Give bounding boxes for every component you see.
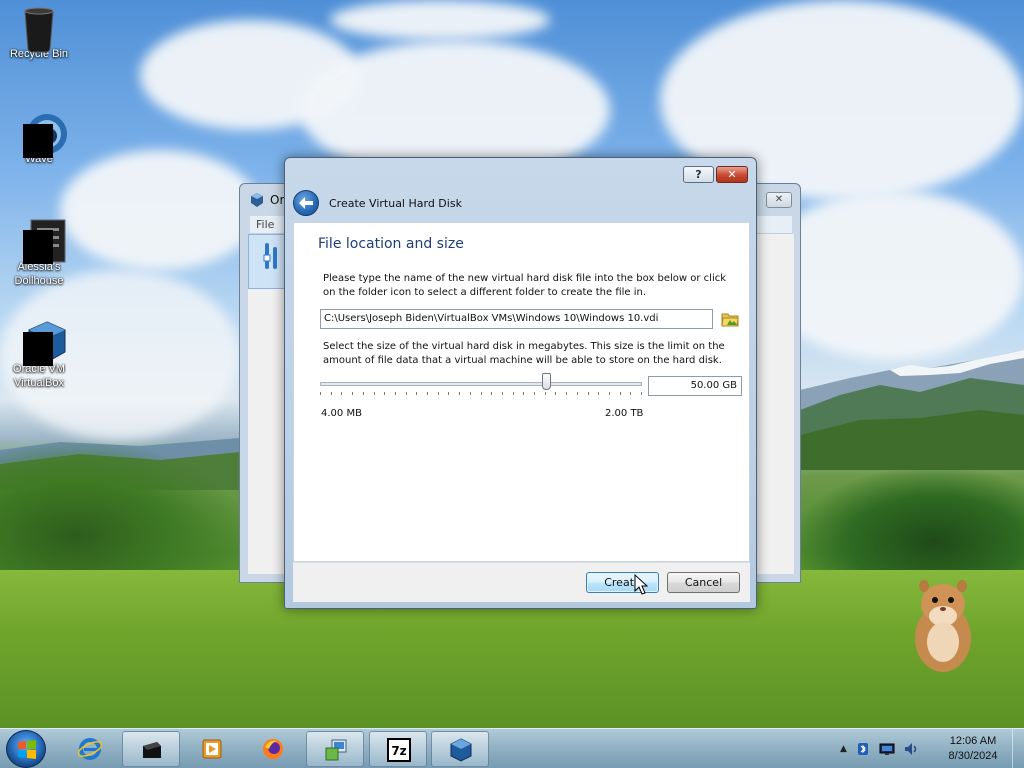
taskbar-7zip[interactable]: 7z: [369, 731, 427, 767]
slider-tick: [588, 392, 589, 395]
slider-tick: [513, 392, 514, 395]
volume-icon[interactable]: [903, 741, 919, 757]
show-desktop-button[interactable]: [1012, 729, 1024, 768]
window-controls: ? ✕: [683, 166, 748, 184]
tray-expand-icon[interactable]: ▲: [840, 744, 847, 754]
slider-tick: [598, 392, 599, 395]
slider-tick: [491, 392, 492, 395]
media-player-icon: [202, 739, 222, 759]
slider-tick: [374, 392, 375, 395]
installer-icon: [325, 739, 347, 761]
close-button[interactable]: ✕: [716, 166, 748, 183]
taskbar-internet-explorer[interactable]: [61, 731, 119, 767]
slider-tick: [320, 392, 321, 395]
slider-tick: [523, 392, 524, 395]
range-min-label: 4.00 MB: [321, 408, 362, 419]
section-title: File location and size: [318, 236, 464, 252]
slider-tick: [363, 392, 364, 395]
desktop-icon-wave[interactable]: Wave: [4, 110, 74, 166]
start-button[interactable]: [6, 730, 46, 768]
recycle-bin-icon: [19, 5, 59, 53]
slider-thumb[interactable]: [542, 373, 551, 390]
7zip-icon: 7z: [387, 738, 411, 762]
slider-tick: [416, 392, 417, 395]
desktop-icon-dollhouse[interactable]: Alessia's Dollhouse: [4, 218, 74, 288]
slider-tick: [566, 392, 567, 395]
slider-tick: [470, 392, 471, 395]
firefox-icon: [263, 739, 283, 759]
virtualbox-icon: [19, 320, 66, 366]
dialog-title: Create Virtual Hard Disk: [329, 196, 462, 210]
desktop-icon-recycle-bin[interactable]: Recycle Bin: [4, 5, 74, 61]
dialog-footer: Create Cancel: [293, 562, 750, 602]
slider-tick: [341, 392, 342, 395]
slider-tick: [555, 392, 556, 395]
dollhouse-icon: [19, 218, 66, 264]
slider-tick: [481, 392, 482, 395]
tools-icon: [263, 243, 277, 269]
tools-panel[interactable]: [248, 234, 288, 289]
virtualbox-icon: [450, 738, 472, 762]
desktop-icon-virtualbox[interactable]: Oracle VM VirtualBox: [4, 320, 74, 390]
windows-logo-icon: [18, 740, 36, 759]
svg-text:7z: 7z: [391, 744, 406, 758]
create-virtual-hard-disk-dialog[interactable]: ? ✕ Create Virtual Hard Disk File locati…: [284, 157, 757, 609]
cloud: [60, 150, 260, 270]
hamster-image: [915, 580, 971, 672]
wave-icon: [19, 110, 67, 158]
close-button[interactable]: ✕: [766, 192, 792, 208]
slider-tick: [406, 392, 407, 395]
slider-tick: [641, 392, 642, 395]
range-max-label: 2.00 TB: [605, 408, 644, 419]
help-button[interactable]: ?: [683, 166, 714, 183]
back-button[interactable]: [293, 190, 319, 216]
taskbar-firefox[interactable]: [244, 731, 302, 767]
terminal-icon: [143, 742, 161, 758]
taskbar-installer[interactable]: [306, 731, 364, 767]
slider-tick: [438, 392, 439, 395]
slider-tick: [502, 392, 503, 395]
slider-tick: [630, 392, 631, 395]
internet-explorer-icon: [78, 738, 102, 760]
slider-tick: [459, 392, 460, 395]
dialog-content: File location and size Please type the n…: [293, 222, 750, 562]
slider-tick: [352, 392, 353, 395]
slider-tick: [620, 392, 621, 395]
slider-tick: [609, 392, 610, 395]
clock-time: 12:06 AM: [949, 735, 997, 747]
file-path-input[interactable]: C:\Users\Joseph Biden\VirtualBox VMs\Win…: [320, 309, 713, 329]
taskbar: 7z ▲ 12:06 AM 8/30/2024: [0, 728, 1024, 768]
size-instruction: Select the size of the virtual hard disk…: [323, 341, 725, 366]
cancel-button[interactable]: Cancel: [667, 572, 740, 593]
dialog-header: Create Virtual Hard Disk: [293, 188, 462, 218]
slider-tick: [331, 392, 332, 395]
back-arrow-icon: [299, 197, 313, 209]
mountain-range: [800, 350, 1024, 470]
bluetooth-icon[interactable]: [855, 741, 871, 757]
taskbar-virtualbox[interactable]: [431, 731, 489, 767]
slider-tick: [384, 392, 385, 395]
choose-folder-button[interactable]: [721, 310, 739, 328]
cloud: [330, 0, 550, 40]
slider-tick: [534, 392, 535, 395]
size-slider[interactable]: [320, 373, 642, 403]
location-instruction: Please type the name of the new virtual …: [323, 273, 727, 298]
taskbar-media-player[interactable]: [183, 731, 241, 767]
slider-track[interactable]: [320, 382, 642, 386]
virtualbox-icon: [251, 193, 263, 207]
slider-tick: [395, 392, 396, 395]
network-icon[interactable]: [879, 741, 895, 757]
slider-tick: [427, 392, 428, 395]
system-tray: ▲: [840, 729, 919, 768]
clock-date: 8/30/2024: [948, 750, 998, 762]
slider-tick: [545, 392, 546, 395]
taskbar-terminal[interactable]: [122, 731, 180, 767]
slider-ticks: [320, 392, 642, 396]
size-input[interactable]: 50.00 GB: [648, 376, 742, 396]
mouse-cursor-icon: [634, 574, 649, 595]
slider-tick: [577, 392, 578, 395]
clock[interactable]: 12:06 AM 8/30/2024: [936, 734, 1010, 764]
slider-tick: [448, 392, 449, 395]
folder-icon: [721, 313, 739, 327]
